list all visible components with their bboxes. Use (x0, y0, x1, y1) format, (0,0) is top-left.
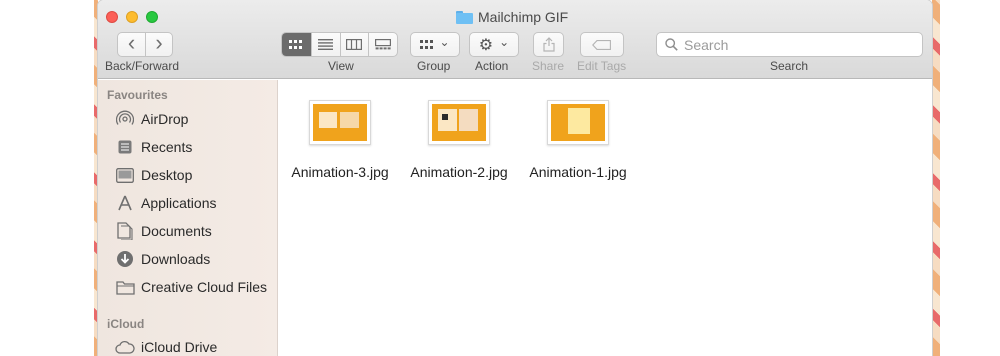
list-icon (318, 39, 334, 50)
file-item[interactable]: Animation-2.jpg (404, 100, 514, 180)
columns-icon (346, 39, 363, 50)
documents-icon (115, 221, 135, 241)
back-forward-control: ‹ › (117, 32, 173, 57)
sidebar-item-recents[interactable]: Recents (115, 134, 192, 160)
sidebar-item-label: Applications (141, 195, 217, 211)
sidebar-item-label: Documents (141, 223, 212, 239)
chevron-right-icon: › (155, 30, 163, 55)
list-view-button[interactable] (310, 33, 340, 56)
search-input[interactable] (684, 36, 904, 53)
sidebar-item-downloads[interactable]: Downloads (115, 246, 210, 272)
column-view-button[interactable] (339, 33, 369, 56)
sidebar: Favourites AirDrop Recents Desktop Appli… (98, 80, 278, 356)
sidebar-item-applications[interactable]: Applications (115, 190, 217, 216)
favourites-header: Favourites (107, 88, 168, 102)
view-control (281, 32, 398, 57)
minimize-button[interactable] (126, 11, 138, 23)
group-label: Group (417, 59, 451, 73)
icloud-header: iCloud (107, 317, 145, 331)
share-label: Share (532, 59, 565, 73)
downloads-icon (115, 249, 135, 269)
search-field[interactable] (656, 32, 923, 57)
edit-tags-button[interactable] (580, 32, 624, 57)
fullscreen-button[interactable] (146, 11, 158, 23)
folder-icon (115, 277, 135, 297)
action-button[interactable]: ⚙ ⌄ (469, 32, 519, 57)
sidebar-item-label: Creative Cloud Files (141, 279, 268, 295)
view-label: View (328, 59, 354, 73)
file-browser: Animation-3.jpg Animation-2.jpg Animatio… (279, 80, 932, 356)
file-item[interactable]: Animation-3.jpg (285, 100, 395, 180)
gallery-view-button[interactable] (368, 33, 397, 56)
group-button[interactable]: ⌄ (410, 32, 460, 57)
back-forward-label: Back/Forward (105, 59, 180, 73)
sidebar-item-label: AirDrop (141, 111, 189, 127)
close-button[interactable] (106, 11, 118, 23)
chevron-down-icon: ⌄ (439, 34, 450, 49)
sidebar-item-airdrop[interactable]: AirDrop (115, 106, 188, 132)
tag-icon (592, 39, 611, 50)
share-button[interactable] (533, 32, 564, 57)
file-name: Animation-2.jpg (410, 164, 508, 180)
icon-view-button[interactable] (282, 33, 311, 56)
sidebar-item-label: Downloads (141, 251, 211, 267)
image-preview (313, 104, 367, 141)
recents-icon (115, 137, 135, 157)
file-thumbnail (428, 100, 490, 145)
window-title-text: Mailchimp GIF (478, 9, 569, 25)
file-name: Animation-3.jpg (291, 164, 389, 180)
gallery-icon (375, 39, 392, 50)
airdrop-icon (115, 109, 135, 129)
sidebar-item-icloud-drive[interactable]: iCloud Drive (115, 334, 217, 356)
sidebar-item-creative-cloud-files[interactable]: Creative Cloud Files (115, 274, 267, 300)
cloud-icon (115, 337, 135, 356)
edit-tags-label: Edit Tags (577, 59, 627, 73)
toolbar: Mailchimp GIF ‹ › Back/Forward View ⌄ Gr… (98, 0, 932, 79)
search-icon (665, 38, 678, 51)
group-grid-icon (420, 39, 434, 49)
image-preview (432, 104, 486, 141)
desktop-wallpaper (932, 0, 940, 356)
file-thumbnail (309, 100, 371, 145)
search-label: Search (770, 59, 809, 73)
back-button[interactable]: ‹ (118, 30, 145, 56)
window-title: Mailchimp GIF (456, 8, 568, 26)
chevron-left-icon: ‹ (127, 30, 136, 55)
sidebar-item-label: Recents (141, 139, 193, 155)
sidebar-item-label: Desktop (141, 167, 193, 183)
grid-icon (289, 39, 303, 49)
finder-window: Mailchimp GIF ‹ › Back/Forward View ⌄ Gr… (98, 0, 932, 356)
action-label: Action (475, 59, 509, 73)
file-name: Animation-1.jpg (529, 164, 627, 180)
sidebar-item-documents[interactable]: Documents (115, 218, 212, 244)
applications-icon (115, 193, 135, 213)
sidebar-item-label: iCloud Drive (141, 339, 218, 355)
forward-button[interactable]: › (144, 30, 172, 56)
chevron-down-icon: ⌄ (499, 34, 510, 49)
file-thumbnail (547, 100, 609, 145)
image-preview (551, 104, 605, 141)
folder-icon (456, 10, 473, 24)
sidebar-item-desktop[interactable]: Desktop (115, 162, 192, 188)
desktop-icon (115, 165, 135, 185)
gear-icon: ⚙ (478, 36, 494, 54)
file-item[interactable]: Animation-1.jpg (523, 100, 633, 180)
share-icon (542, 37, 555, 52)
